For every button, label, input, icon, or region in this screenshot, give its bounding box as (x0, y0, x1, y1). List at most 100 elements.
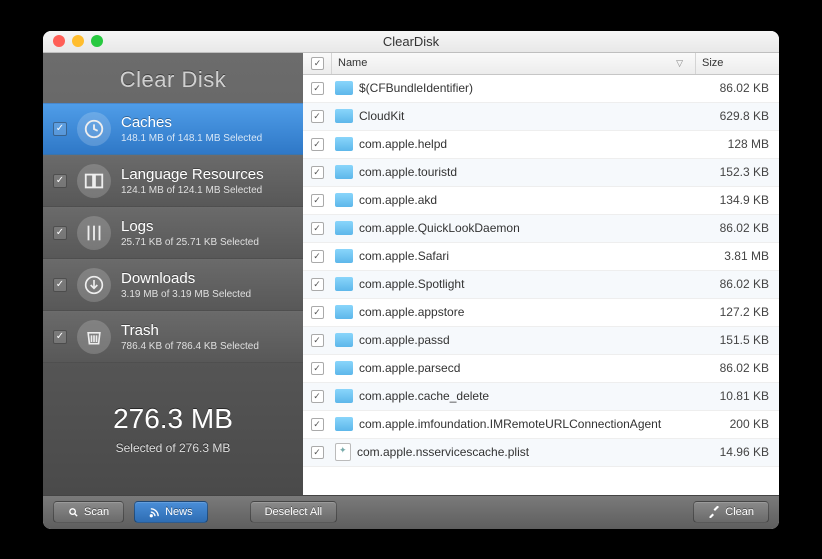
minimize-button[interactable] (72, 35, 84, 47)
table-row[interactable]: ✓com.apple.helpd128 MB (303, 131, 779, 159)
close-button[interactable] (53, 35, 65, 47)
category-text: Logs25.71 KB of 25.71 KB Selected (121, 218, 259, 248)
row-name: com.apple.nsservicescache.plist (357, 445, 529, 459)
row-checkbox[interactable]: ✓ (311, 110, 324, 123)
row-name-cell: CloudKit (331, 109, 695, 123)
table-row[interactable]: ✓ com.apple.akd 134.9 KB (303, 187, 779, 215)
row-checkbox[interactable]: ✓ (311, 138, 324, 151)
table-row[interactable]: ✓ com.apple.touristd 152.3 KB (303, 159, 779, 187)
row-size-cell: 127.2 KB (695, 305, 779, 319)
row-size-cell: 152.3 KB (695, 165, 779, 179)
sidebar-item-languages[interactable]: ✓Language Resources124.1 MB of 124.1 MB … (43, 155, 303, 207)
table-header: ✓ Name ▽ Size (303, 53, 779, 75)
row-size-cell: 629.8 KB (695, 109, 779, 123)
header-checkbox-col[interactable]: ✓ (303, 53, 331, 74)
news-button[interactable]: News (134, 501, 208, 523)
row-checkbox-cell: ✓ (303, 390, 331, 403)
table-row[interactable]: ✓com.apple.passd151.5 KB (303, 327, 779, 355)
app-window: ClearDisk Clear Disk ✓Caches148.1 MB of … (43, 31, 779, 529)
news-label: News (165, 506, 193, 518)
row-checkbox[interactable]: ✓ (311, 446, 324, 459)
category-text: Caches148.1 MB of 148.1 MB Selected (121, 114, 262, 144)
row-size-cell: 200 KB (695, 417, 779, 431)
row-name-cell: com.apple.Spotlight (331, 277, 695, 291)
row-name-cell: com.apple.QuickLookDaemon (331, 221, 695, 235)
row-name: com.apple.imfoundation.IMRemoteURLConnec… (359, 417, 661, 431)
deselect-label: Deselect All (265, 506, 322, 518)
category-checkbox[interactable]: ✓ (53, 278, 67, 292)
table-row[interactable]: ✓com.apple.Spotlight86.02 KB (303, 271, 779, 299)
row-checkbox-cell: ✓ (303, 194, 331, 207)
folder-icon (335, 221, 353, 235)
category-checkbox[interactable]: ✓ (53, 330, 67, 344)
scan-button[interactable]: Scan (53, 501, 124, 523)
row-checkbox-cell: ✓ (303, 82, 331, 95)
row-size-cell: 134.9 KB (695, 193, 779, 207)
row-checkbox-cell: ✓ (303, 306, 331, 319)
category-list: ✓ Caches148.1 MB of 148.1 MB Selected ✓ Lan… (43, 103, 303, 363)
category-checkbox[interactable]: ✓ (53, 122, 67, 136)
row-checkbox-cell: ✓ (303, 278, 331, 291)
table-row[interactable]: ✓com.apple.Safari3.81 MB (303, 243, 779, 271)
row-checkbox[interactable]: ✓ (311, 166, 324, 179)
row-checkbox-cell: ✓ (303, 250, 331, 263)
row-checkbox-cell: ✓ (303, 222, 331, 235)
row-checkbox[interactable]: ✓ (311, 250, 324, 263)
clean-button[interactable]: Clean (693, 501, 769, 523)
row-name: com.apple.akd (359, 193, 437, 207)
row-name: com.apple.helpd (359, 137, 447, 151)
header-size-col[interactable]: Size (695, 53, 779, 74)
table-row[interactable]: ✓com.apple.cache_delete10.81 KB (303, 383, 779, 411)
row-checkbox[interactable]: ✓ (311, 306, 324, 319)
toolbar: Scan News Deselect All Clean (43, 495, 779, 529)
zoom-button[interactable] (91, 35, 103, 47)
traffic-lights (53, 35, 103, 47)
row-name-cell: com.apple.akd (331, 193, 695, 207)
row-name: com.apple.touristd (359, 165, 457, 179)
table-row[interactable]: ✓ CloudKit629.8 KB (303, 103, 779, 131)
deselect-all-button[interactable]: Deselect All (250, 501, 337, 523)
row-checkbox-cell: ✓ (303, 334, 331, 347)
clean-label: Clean (725, 506, 754, 518)
table-row[interactable]: ✓$(CFBundleIdentifier)86.02 KB (303, 75, 779, 103)
row-checkbox[interactable]: ✓ (311, 82, 324, 95)
row-checkbox[interactable]: ✓ (311, 222, 324, 235)
scan-label: Scan (84, 506, 109, 518)
row-name: com.apple.cache_delete (359, 389, 489, 403)
category-checkbox[interactable]: ✓ (53, 174, 67, 188)
row-checkbox[interactable]: ✓ (311, 334, 324, 347)
category-label: Caches (121, 114, 262, 131)
row-name-cell: com.apple.passd (331, 333, 695, 347)
sort-indicator-icon: ▽ (676, 58, 683, 69)
table-row[interactable]: ✓ com.apple.imfoundation.IMRemoteURLConne… (303, 411, 779, 439)
header-name-label: Name (338, 57, 367, 69)
header-name-col[interactable]: Name ▽ (331, 53, 695, 74)
sidebar-item-logs[interactable]: ✓ Logs25.71 KB of 25.71 KB Selected (43, 207, 303, 259)
row-size-cell: 86.02 KB (695, 81, 779, 95)
row-checkbox-cell: ✓ (303, 166, 331, 179)
row-checkbox[interactable]: ✓ (311, 278, 324, 291)
row-name-cell: com.apple.touristd (331, 165, 695, 179)
folder-icon (335, 193, 353, 207)
category-checkbox[interactable]: ✓ (53, 226, 67, 240)
row-checkbox[interactable]: ✓ (311, 418, 324, 431)
sidebar: Clear Disk ✓Caches148.1 MB of 148.1 MB S… (43, 53, 303, 495)
table-row[interactable]: ✓com.apple.QuickLookDaemon86.02 KB (303, 215, 779, 243)
window-title: ClearDisk (43, 34, 779, 49)
row-name: com.apple.Safari (359, 249, 449, 263)
sidebar-item-trash[interactable]: ✓Trash786.4 KB of 786.4 KB Selected (43, 311, 303, 363)
category-label: Logs (121, 218, 259, 235)
row-checkbox[interactable]: ✓ (311, 362, 324, 375)
row-checkbox[interactable]: ✓ (311, 194, 324, 207)
table-row[interactable]: ✓com.apple.appstore127.2 KB (303, 299, 779, 327)
row-name-cell: com.apple.Safari (331, 249, 695, 263)
folder-icon (335, 109, 353, 123)
sidebar-item-downloads[interactable]: ✓Downloads3.19 MB of 3.19 MB Selected (43, 259, 303, 311)
row-checkbox[interactable]: ✓ (311, 390, 324, 403)
table-row[interactable]: ✓com.apple.nsservicescache.plist14.96 KB (303, 439, 779, 467)
sidebar-item-caches[interactable]: ✓ Caches148.1 MB of 148.1 MB Selected (43, 103, 303, 155)
category-label: Language Resources (121, 166, 264, 183)
table-row[interactable]: ✓com.apple.parsecd86.02 KB (303, 355, 779, 383)
table-body[interactable]: ✓$(CFBundleIdentifier)86.02 KB✓CloudKit6… (303, 75, 779, 495)
folder-icon (335, 137, 353, 151)
